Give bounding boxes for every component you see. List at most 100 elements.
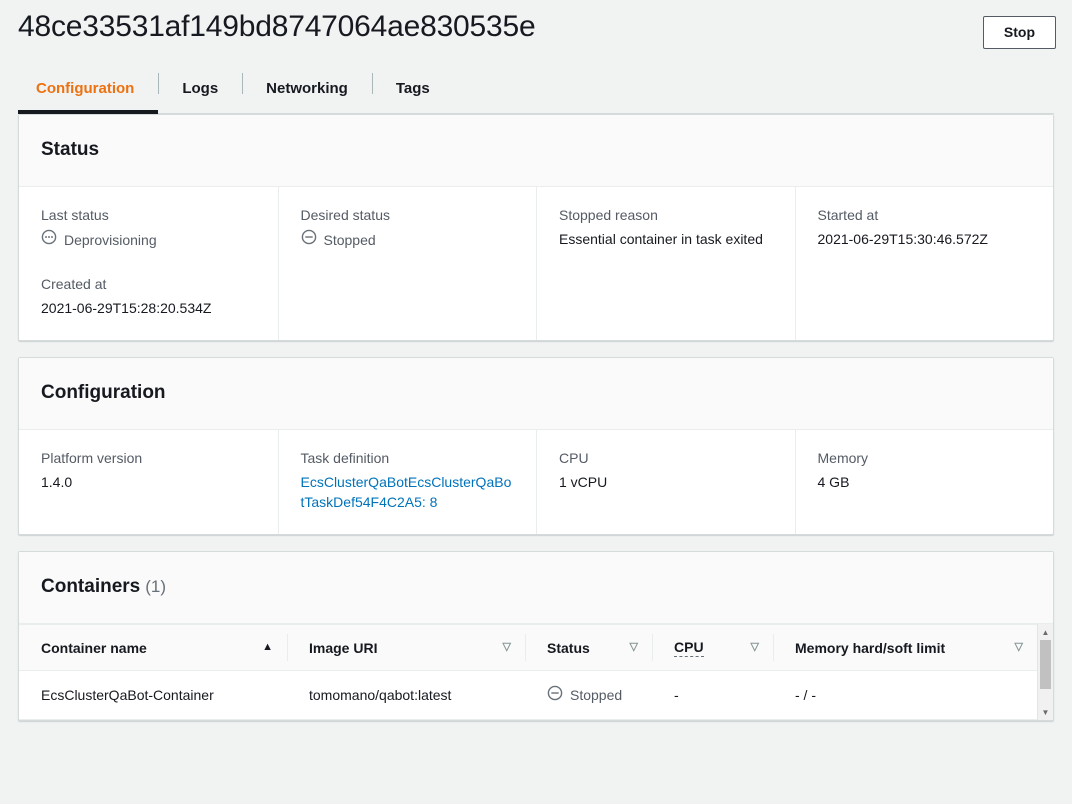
task-definition-link[interactable]: EcsClusterQaBotEcsClusterQaBotTaskDef54F… [301, 474, 512, 510]
status-card-title: Status [41, 138, 100, 160]
field-last-status-value: Deprovisioning [41, 229, 256, 250]
tab-tags[interactable]: Tags [371, 64, 454, 113]
column-header-image-uri[interactable]: Image URI ▽ [287, 624, 525, 671]
field-desired-status-label: Desired status [300, 207, 390, 223]
field-stopped-reason: Stopped reason Essential container in ta… [559, 205, 773, 249]
column-header-cpu[interactable]: CPU ▽ [652, 624, 773, 671]
cell-status-text: Stopped [570, 687, 623, 703]
configuration-column-3: CPU 1 vCPU [536, 430, 795, 534]
status-column-2: Desired status Stopped [277, 187, 537, 340]
field-platform-version-label: Platform version [41, 450, 143, 466]
field-stopped-reason-value: Essential container in task exited [559, 231, 763, 247]
scroll-up-arrow-icon[interactable]: ▲ [1038, 624, 1053, 640]
column-header-container-name-label: Container name [41, 639, 147, 656]
field-platform-version: Platform version 1.4.0 [41, 448, 256, 492]
table-row[interactable]: EcsClusterQaBot-Container tomomano/qabot… [19, 670, 1037, 720]
table-vertical-scrollbar[interactable]: ▲ ▼ [1037, 624, 1053, 720]
tab-logs-label: Logs [182, 80, 219, 97]
column-header-memory-limit[interactable]: Memory hard/soft limit ▽ [773, 624, 1037, 671]
task-detail-page: 48ce33531af149bd8747064ae830535e Stop Co… [0, 0, 1072, 804]
field-started-at-label: Started at [817, 207, 879, 223]
status-column-4: Started at 2021-06-29T15:30:46.572Z [794, 187, 1054, 340]
stopped-circle-icon [301, 229, 317, 250]
containers-table-body: EcsClusterQaBot-Container tomomano/qabot… [19, 670, 1037, 720]
sort-ascending-icon[interactable]: ▲ [262, 642, 273, 653]
field-memory-label: Memory [817, 450, 869, 466]
column-header-container-name[interactable]: Container name ▲ [19, 624, 287, 671]
column-header-status-label: Status [547, 639, 590, 656]
field-stopped-reason-label: Stopped reason [559, 207, 658, 223]
containers-card-header: Containers (1) [19, 552, 1053, 624]
configuration-card: Configuration Platform version 1.4.0 Tas… [18, 357, 1054, 535]
field-memory-value: 4 GB [817, 474, 850, 490]
sort-none-icon[interactable]: ▽ [503, 642, 511, 653]
containers-table-head: Container name ▲ Image URI ▽ Status ▽ CP… [19, 624, 1037, 671]
status-card: Status Last status Deprovisioning Create… [18, 114, 1054, 341]
tab-bar: Configuration Logs Networking Tags [18, 64, 1054, 114]
status-card-header: Status [19, 115, 1053, 187]
containers-title-text: Containers [41, 575, 141, 597]
column-header-cpu-label: CPU [674, 638, 704, 657]
cell-memory-limit: - / - [773, 670, 1037, 720]
field-cpu-label: CPU [559, 450, 589, 466]
field-last-status-label: Last status [41, 207, 109, 223]
field-task-definition: Task definition EcsClusterQaBotEcsCluste… [301, 448, 515, 512]
configuration-column-1: Platform version 1.4.0 [19, 430, 278, 534]
containers-card: Containers (1) Container name ▲ Image UR… [18, 551, 1054, 721]
status-column-3: Stopped reason Essential container in ta… [536, 187, 795, 340]
cell-status-value: Stopped [547, 685, 638, 706]
sort-none-icon[interactable]: ▽ [751, 642, 759, 653]
sort-none-icon[interactable]: ▽ [1015, 642, 1023, 653]
page-title: 48ce33531af149bd8747064ae830535e [18, 10, 536, 43]
field-started-at-value: 2021-06-29T15:30:46.572Z [817, 231, 988, 247]
field-desired-status: Desired status Stopped [301, 205, 515, 250]
tab-tags-label: Tags [395, 80, 430, 97]
stopped-circle-icon [547, 685, 563, 706]
scroll-track[interactable] [1038, 640, 1053, 704]
tab-configuration-label: Configuration [36, 80, 135, 97]
field-desired-status-value: Stopped [301, 229, 515, 250]
configuration-card-header: Configuration [19, 358, 1053, 430]
column-header-status[interactable]: Status ▽ [525, 624, 652, 671]
field-task-definition-label: Task definition [300, 450, 390, 466]
status-column-1: Last status Deprovisioning Created at 20… [19, 187, 278, 340]
tab-configuration[interactable]: Configuration [18, 64, 159, 114]
configuration-card-title: Configuration [41, 381, 166, 403]
pending-circle-icon [41, 229, 57, 250]
containers-table-area: Container name ▲ Image URI ▽ Status ▽ CP… [19, 624, 1037, 720]
field-created-at-value: 2021-06-29T15:28:20.534Z [41, 300, 212, 316]
last-status-text: Deprovisioning [64, 231, 157, 248]
containers-header-row: Container name ▲ Image URI ▽ Status ▽ CP… [19, 624, 1037, 671]
desired-status-text: Stopped [323, 231, 376, 248]
field-last-status: Last status Deprovisioning [41, 205, 256, 250]
tab-networking[interactable]: Networking [242, 64, 372, 113]
containers-count: (1) [145, 576, 167, 596]
scroll-down-arrow-icon[interactable]: ▼ [1038, 704, 1053, 720]
tab-networking-label: Networking [266, 80, 348, 97]
field-cpu-value: 1 vCPU [559, 474, 608, 490]
field-memory: Memory 4 GB [818, 448, 1032, 492]
field-platform-version-value: 1.4.0 [41, 474, 73, 490]
column-header-image-uri-label: Image URI [309, 639, 378, 656]
cell-cpu: - [652, 670, 773, 720]
field-created-at-label: Created at [41, 276, 107, 292]
cell-image-uri: tomomano/qabot:latest [287, 670, 525, 720]
configuration-field-grid: Platform version 1.4.0 Task definition E… [19, 430, 1053, 534]
configuration-column-2: Task definition EcsClusterQaBotEcsCluste… [277, 430, 537, 534]
field-started-at: Started at 2021-06-29T15:30:46.572Z [818, 205, 1032, 249]
cell-container-name: EcsClusterQaBot-Container [19, 670, 287, 720]
configuration-column-4: Memory 4 GB [794, 430, 1054, 534]
field-cpu: CPU 1 vCPU [559, 448, 773, 492]
page-header: 48ce33531af149bd8747064ae830535e Stop [0, 0, 1072, 56]
containers-card-title: Containers (1) [41, 576, 166, 598]
sort-none-icon[interactable]: ▽ [630, 642, 638, 653]
status-field-grid: Last status Deprovisioning Created at 20… [19, 187, 1053, 340]
scroll-thumb[interactable] [1040, 640, 1051, 689]
tab-logs[interactable]: Logs [158, 64, 242, 113]
column-header-memory-limit-label: Memory hard/soft limit [795, 639, 946, 656]
containers-table-wrapper: Container name ▲ Image URI ▽ Status ▽ CP… [19, 624, 1053, 720]
containers-table: Container name ▲ Image URI ▽ Status ▽ CP… [19, 624, 1037, 720]
field-created-at: Created at 2021-06-29T15:28:20.534Z [41, 274, 256, 318]
cell-status: Stopped [525, 670, 652, 720]
stop-button[interactable]: Stop [982, 16, 1056, 49]
